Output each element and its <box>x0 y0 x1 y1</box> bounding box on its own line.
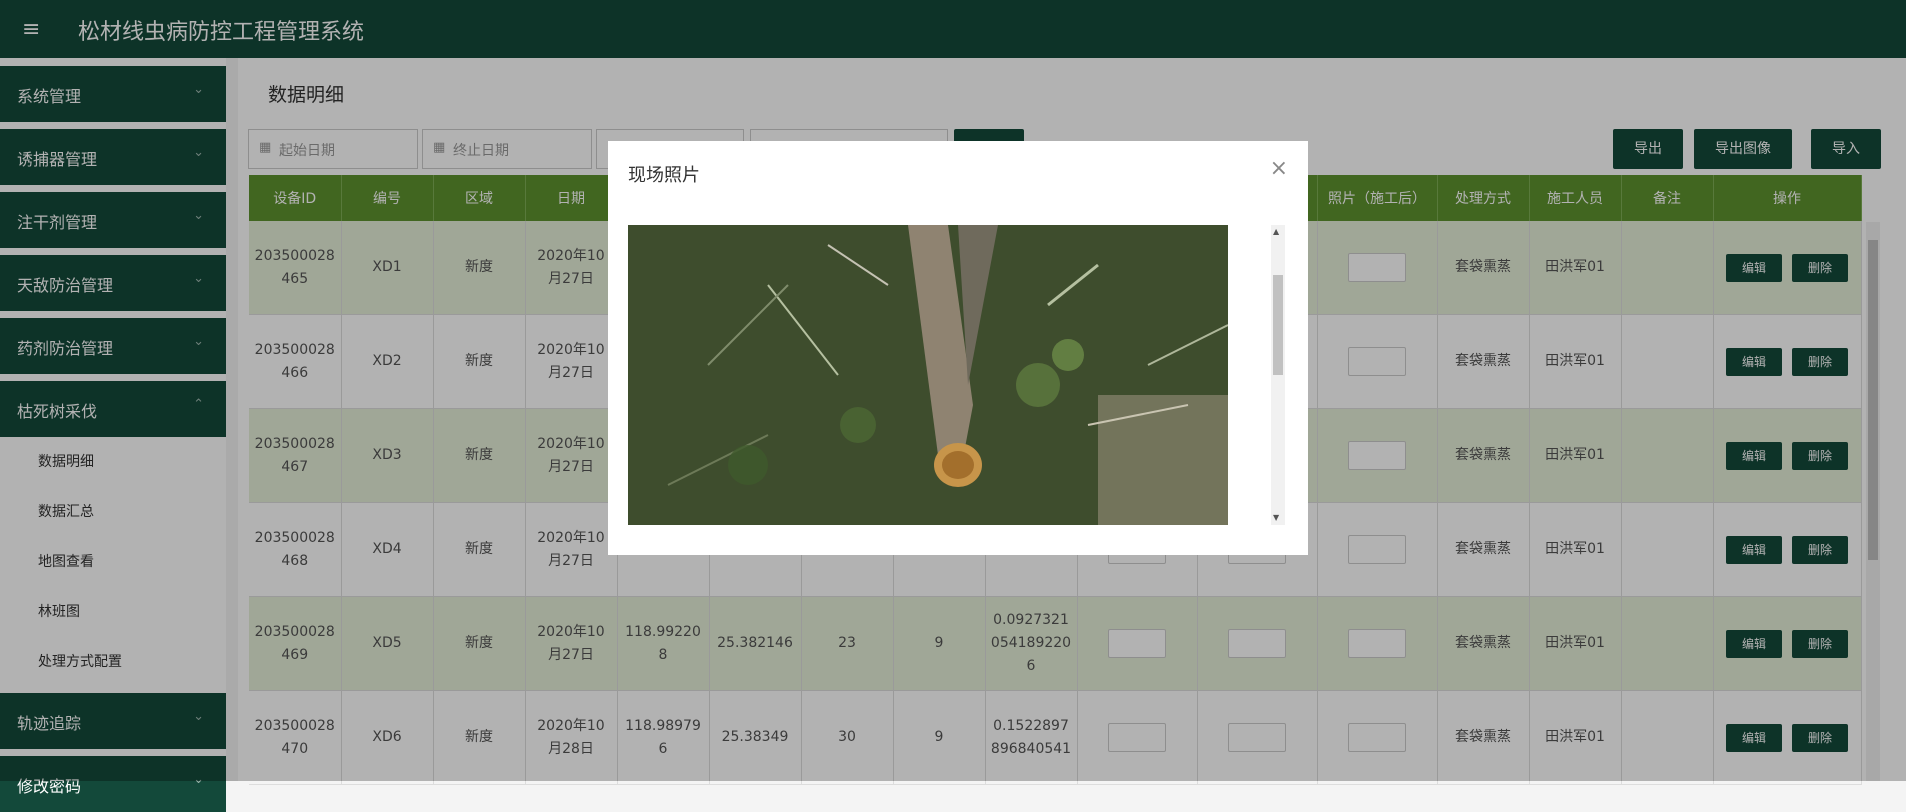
scrollbar-thumb[interactable] <box>1273 275 1283 375</box>
site-photo <box>628 225 1228 525</box>
modal-title: 现场照片 <box>628 165 700 186</box>
photo-modal: 现场照片 × ▲ ▼ <box>608 141 1308 555</box>
scroll-up-icon[interactable]: ▲ <box>1273 227 1279 236</box>
close-icon[interactable]: × <box>1270 156 1288 181</box>
modal-scrollbar[interactable]: ▲ ▼ <box>1271 225 1285 525</box>
scroll-down-icon[interactable]: ▼ <box>1273 513 1279 522</box>
